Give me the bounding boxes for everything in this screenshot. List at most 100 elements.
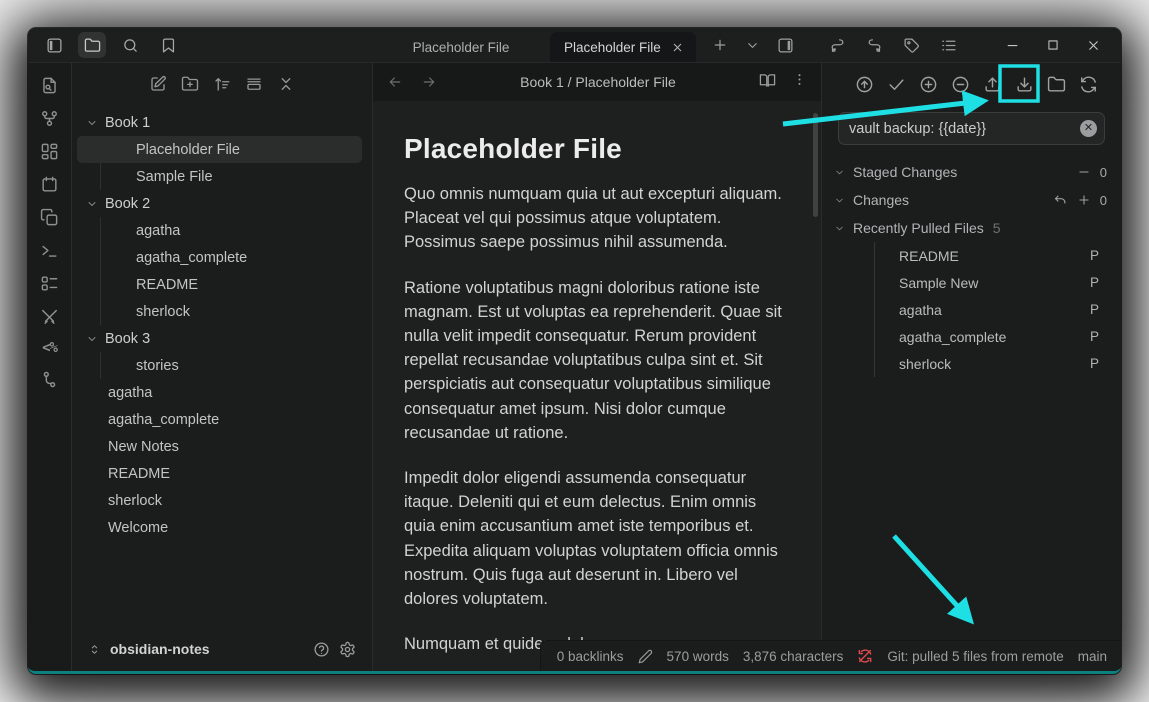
reading-mode-button[interactable] [759,72,776,92]
close-window-button[interactable] [1086,38,1101,53]
incoming-link-button[interactable] [829,37,846,54]
breadcrumb[interactable]: Book 1 / Placeholder File [437,74,759,90]
recently-pulled-header[interactable]: Recently Pulled Files 5 [834,214,1107,242]
outgoing-link-button[interactable] [866,37,883,54]
tree-file[interactable]: README [101,271,372,298]
tab-list-dropdown-button[interactable] [745,38,760,53]
tree-file[interactable]: sherlock [72,487,372,514]
tab-inactive[interactable]: Placeholder File [372,32,550,62]
discard-section-button[interactable] [1053,193,1068,208]
bookmarks-tab-button[interactable] [154,32,182,58]
note-content[interactable]: Placeholder File Quo omnis numquam quia … [373,101,821,671]
terminal-button[interactable] [40,241,59,260]
pulled-file-row[interactable]: agatha_completeP [875,323,1105,350]
tree-folder[interactable]: Book 1 [72,109,372,136]
canvas-button[interactable] [40,142,59,161]
folder-label: Book 1 [105,115,150,131]
back-button[interactable] [387,74,403,90]
unstage-section-button[interactable] [1077,165,1091,179]
new-folder-button[interactable] [181,75,199,93]
character-count: 3,876 characters [743,649,844,664]
tab-active[interactable]: Placeholder File [550,32,696,62]
tree-file[interactable]: New Notes [72,433,372,460]
daily-note-button[interactable] [40,175,59,194]
pulled-count: 5 [993,220,1001,236]
stage-section-button[interactable] [1077,193,1091,207]
toggle-right-sidebar-button[interactable] [777,37,794,54]
file-name: README [899,248,959,264]
tags-button[interactable] [903,37,920,54]
search-tab-button[interactable] [116,32,144,58]
new-tab-button[interactable] [712,37,728,53]
tree-file[interactable]: README [72,460,372,487]
command-palette-button[interactable] [40,274,59,293]
tree-file-selected[interactable]: Placeholder File [101,136,372,163]
templater-button[interactable]: <% [42,340,57,356]
sort-order-button[interactable] [213,75,231,93]
layout-dashboard-icon [40,142,59,161]
files-tab-button[interactable] [78,32,106,58]
commit-message-wrap: ✕ [838,112,1105,145]
more-options-button[interactable] [792,72,807,92]
quick-switcher-button[interactable] [40,76,59,95]
templates-button[interactable] [40,208,59,227]
editor-scrollbar[interactable] [813,113,818,217]
tree-file[interactable]: agatha [72,379,372,406]
tree-folder[interactable]: Book 3 [72,325,372,352]
stage-all-button[interactable] [919,75,938,94]
minimize-button[interactable] [1005,38,1020,53]
section-label: Recently Pulled Files [853,220,984,236]
forward-button[interactable] [421,74,437,90]
toggle-left-sidebar-button[interactable] [40,32,68,58]
version-history-button[interactable] [40,370,59,389]
help-button[interactable] [313,641,330,658]
pulled-file-row[interactable]: Sample NewP [875,269,1105,296]
refresh-button[interactable] [1079,75,1098,94]
tab-close-button[interactable] [668,38,686,56]
pulled-file-row[interactable]: READMEP [875,242,1105,269]
tools-button[interactable] [40,307,59,326]
tree-folder[interactable]: Book 2 [72,190,372,217]
tree-file[interactable]: agatha [101,217,372,244]
commit-button[interactable] [887,75,906,94]
file-label: stories [136,358,179,374]
outline-button[interactable] [940,37,957,54]
check-icon [887,75,906,94]
edit-mode-indicator[interactable] [638,649,653,664]
unstage-all-button[interactable] [951,75,970,94]
commit-and-sync-button[interactable] [855,75,874,94]
chevrons-up-down-icon [88,643,101,656]
open-changed-files-button[interactable] [1047,75,1066,94]
clear-input-button[interactable]: ✕ [1080,120,1097,137]
new-note-button[interactable] [149,75,167,93]
commit-message-input[interactable] [838,112,1105,145]
settings-button[interactable] [339,641,356,658]
titlebar-left-group [28,32,372,58]
editor-header: Book 1 / Placeholder File [373,63,821,101]
backlinks-count[interactable]: 0 backlinks [557,649,624,664]
tree-file[interactable]: agatha_complete [72,406,372,433]
tree-file[interactable]: stories [101,352,372,379]
view-toggle-button[interactable] [245,75,263,93]
close-icon [1086,38,1101,53]
tree-file[interactable]: sherlock [101,298,372,325]
pulled-file-row[interactable]: agathaP [875,296,1105,323]
changes-header[interactable]: Changes 0 [834,186,1107,214]
pulled-file-row[interactable]: sherlockP [875,350,1105,377]
tree-file[interactable]: Sample File [101,163,372,190]
push-button[interactable] [983,75,1002,94]
collapse-all-button[interactable] [277,75,295,93]
note-paragraph: Ratione voluptatibus magni doloribus rat… [404,276,791,445]
plus-icon [1077,193,1091,207]
tree-file[interactable]: Welcome [72,514,372,541]
vault-switcher-button[interactable] [88,643,101,656]
staged-changes-header[interactable]: Staged Changes 0 [834,158,1107,186]
graph-view-button[interactable] [40,109,59,128]
pull-button[interactable] [1015,75,1034,94]
word-count: 570 words [667,649,729,664]
pencil-icon [638,649,653,664]
chevron-down-icon [86,198,98,210]
maximize-button[interactable] [1046,38,1060,52]
tree-file[interactable]: agatha_complete [101,244,372,271]
vault-name[interactable]: obsidian-notes [110,641,210,657]
